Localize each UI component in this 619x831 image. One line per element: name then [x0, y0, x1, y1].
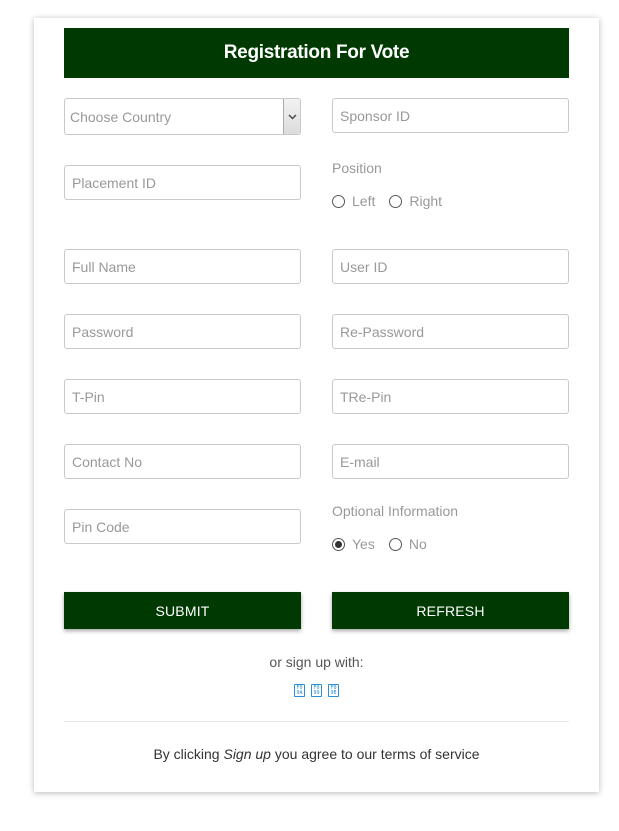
position-right-label: Right	[409, 193, 443, 209]
placement-id-input[interactable]	[72, 166, 293, 199]
registration-card: Registration For Vote Choose Country Pos…	[34, 18, 599, 792]
optional-yes-label: Yes	[352, 536, 375, 552]
sponsor-id-input[interactable]	[340, 99, 561, 132]
divider	[64, 721, 569, 722]
footer-middle: you agree to our	[274, 746, 377, 762]
header-bar: Registration For Vote	[64, 28, 569, 78]
optional-yes-radio[interactable]	[332, 537, 345, 551]
user-id-input[interactable]	[340, 250, 561, 283]
full-name-field[interactable]	[64, 249, 301, 284]
re-password-field[interactable]	[332, 314, 569, 349]
email-input[interactable]	[340, 445, 561, 478]
position-left-radio[interactable]	[332, 194, 345, 208]
contact-no-input[interactable]	[72, 445, 293, 478]
contact-no-field[interactable]	[64, 444, 301, 479]
country-select[interactable]: Choose Country	[64, 98, 301, 135]
social-icon-2[interactable]: F0 99	[311, 684, 322, 697]
full-name-input[interactable]	[72, 250, 293, 283]
position-right-radio[interactable]	[389, 194, 403, 208]
t-pin-field[interactable]	[64, 379, 301, 414]
user-id-field[interactable]	[332, 249, 569, 284]
optional-no-label: No	[408, 536, 427, 552]
re-password-input[interactable]	[340, 315, 561, 348]
terms-link[interactable]: terms of service	[381, 746, 480, 762]
t-pin-input[interactable]	[72, 380, 293, 413]
page-title: Registration For Vote	[223, 42, 410, 63]
tre-pin-input[interactable]	[340, 380, 561, 413]
chevron-down-icon[interactable]	[283, 99, 300, 134]
password-input[interactable]	[72, 315, 293, 348]
social-icon-1[interactable]: F0 9A	[294, 684, 305, 697]
submit-button[interactable]: SUBMIT	[64, 592, 301, 629]
email-field[interactable]	[332, 444, 569, 479]
signup-prompt: or sign up with:	[269, 654, 364, 670]
pin-code-input[interactable]	[72, 510, 293, 543]
optional-radio-group: Yes No	[332, 536, 441, 552]
footer-signup-emphasis: Sign up	[223, 746, 271, 762]
optional-info-label: Optional Information	[332, 503, 459, 519]
password-field[interactable]	[64, 314, 301, 349]
pin-code-field[interactable]	[64, 509, 301, 544]
tre-pin-field[interactable]	[332, 379, 569, 414]
terms-footer: By clicking Sign up you agree to our ter…	[34, 746, 599, 762]
position-radio-group: Left Right	[332, 193, 456, 209]
position-left-label: Left	[352, 193, 376, 209]
placement-id-field[interactable]	[64, 165, 301, 200]
social-icons: F0 9A F0 99 F0 9B	[34, 684, 599, 697]
country-select-value: Choose Country	[70, 108, 172, 125]
sponsor-id-field[interactable]	[332, 98, 569, 133]
position-label: Position	[332, 160, 382, 176]
optional-no-radio[interactable]	[388, 537, 402, 551]
social-icon-3[interactable]: F0 9B	[328, 684, 339, 697]
footer-prefix: By clicking	[153, 746, 220, 762]
refresh-button[interactable]: REFRESH	[332, 592, 569, 629]
